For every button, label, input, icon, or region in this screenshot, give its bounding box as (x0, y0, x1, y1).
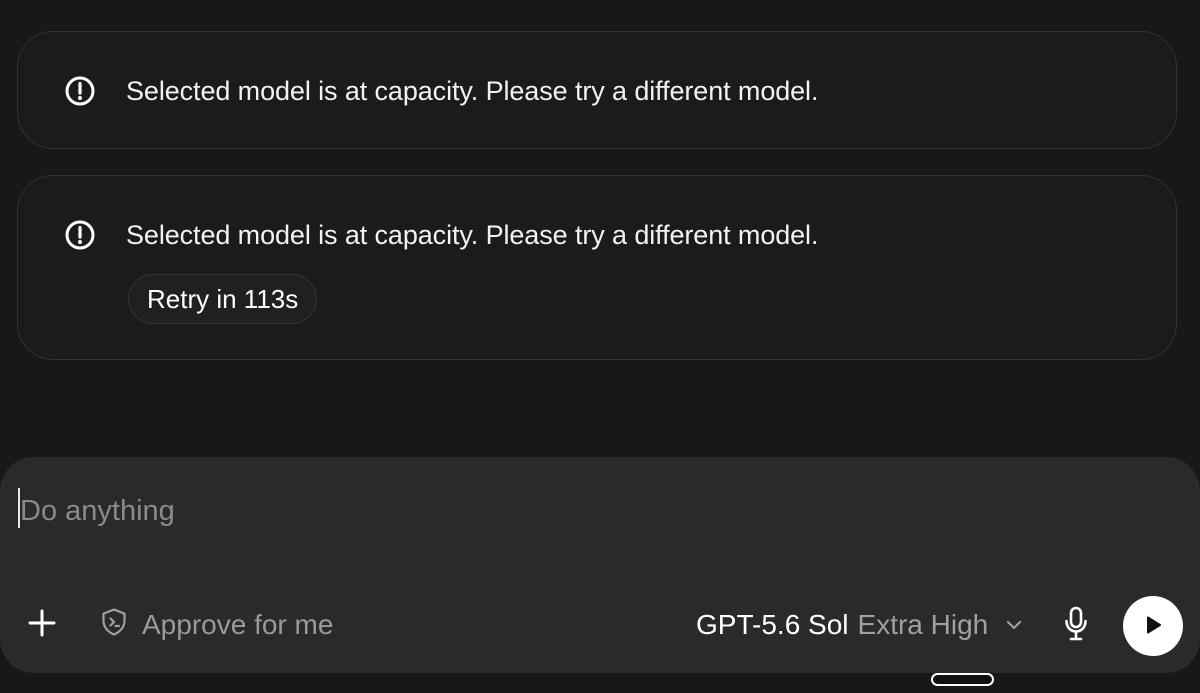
chevron-down-icon (1002, 613, 1026, 637)
model-name: GPT-5.6 Sol (696, 609, 849, 640)
add-attachment-button[interactable] (25, 607, 59, 641)
send-button[interactable] (1123, 596, 1183, 656)
microphone-icon (1062, 605, 1090, 646)
reasoning-level: Extra High (857, 609, 989, 640)
exclamation-circle-icon (64, 75, 96, 107)
notice-message: Selected model is at capacity. Please tr… (126, 76, 819, 106)
capacity-error-notice-with-retry: Selected model is at capacity. Please tr… (17, 175, 1177, 360)
plus-icon (27, 608, 57, 641)
exclamation-circle-icon (64, 219, 96, 251)
notice-message: Selected model is at capacity. Please tr… (126, 220, 819, 250)
home-indicator (931, 673, 994, 686)
microphone-button[interactable] (1058, 605, 1094, 645)
prompt-input[interactable] (20, 488, 1160, 534)
capacity-error-notice: Selected model is at capacity. Please tr… (17, 31, 1177, 149)
shield-terminal-icon (100, 607, 128, 644)
play-send-icon (1141, 613, 1165, 640)
approve-for-me-toggle[interactable]: Approve for me (100, 604, 333, 646)
notice-message-row: Selected model is at capacity. Please tr… (64, 75, 818, 107)
retry-button[interactable]: Retry in 113s (128, 274, 318, 324)
chat-screen: Selected model is at capacity. Please tr… (0, 0, 1200, 693)
model-selector[interactable]: GPT-5.6 Sol Extra High (696, 604, 1026, 646)
notice-message-row: Selected model is at capacity. Please tr… (64, 219, 818, 251)
approve-label: Approve for me (142, 609, 334, 640)
